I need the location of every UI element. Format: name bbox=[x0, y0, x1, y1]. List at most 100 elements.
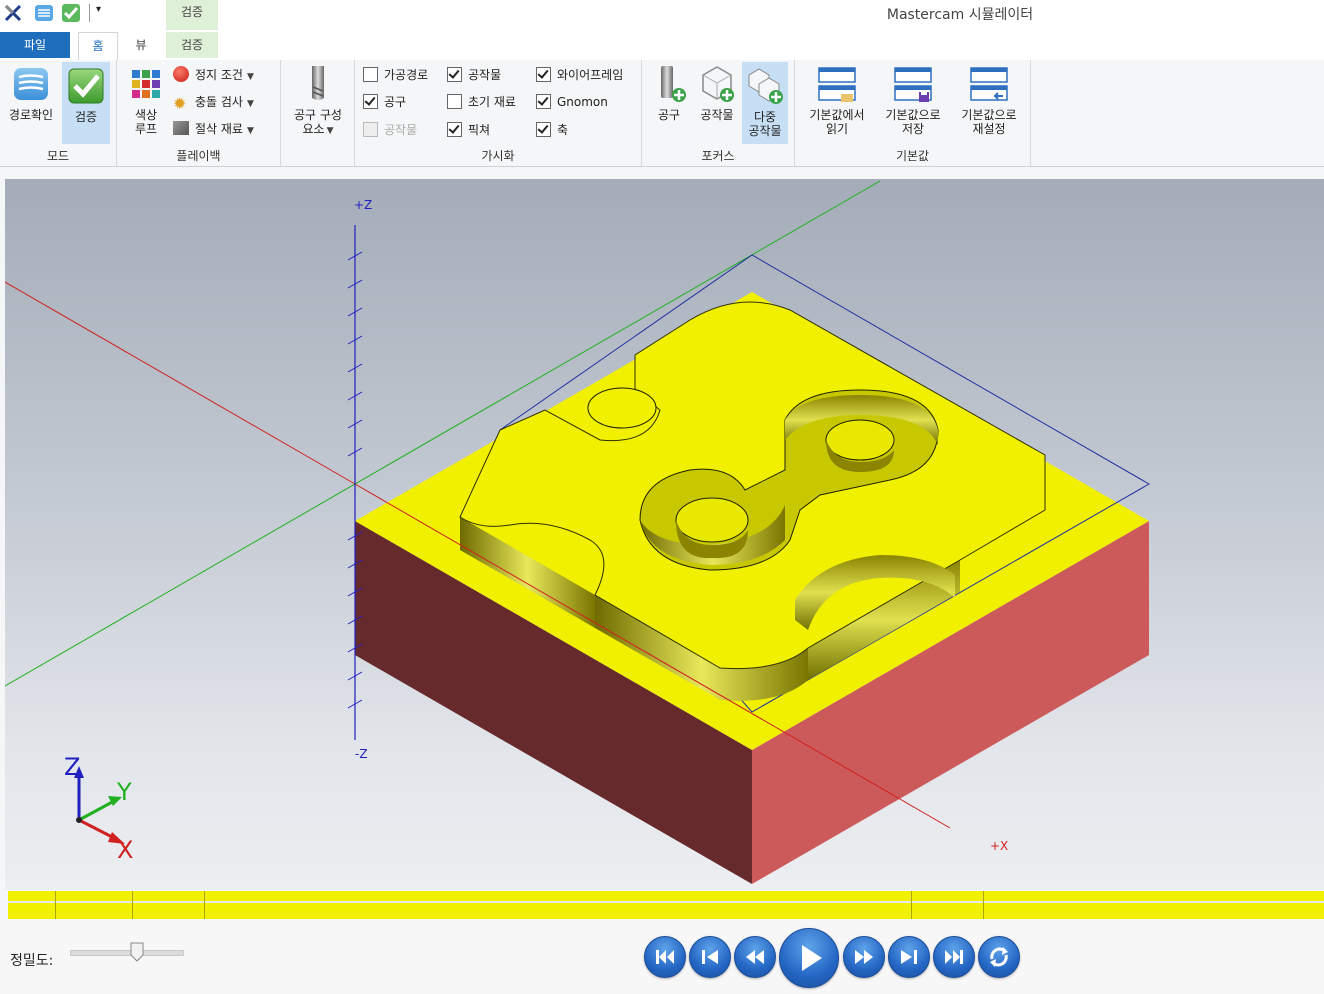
rewind-button[interactable] bbox=[734, 936, 776, 978]
tool-components-label-2: 요소 ▼ bbox=[302, 122, 334, 136]
toolpath-checkbox[interactable]: 가공경로 bbox=[363, 64, 428, 88]
timeline-marker bbox=[204, 891, 205, 919]
tab-verify[interactable]: 검증 bbox=[166, 32, 218, 58]
upper-hole bbox=[825, 419, 895, 461]
save-defaults-button[interactable]: 기본값으로 저장 bbox=[877, 64, 949, 136]
tab-view[interactable]: 뷰 bbox=[122, 32, 160, 58]
go-to-end-button[interactable] bbox=[933, 936, 975, 978]
group-focus: 공구 공작물 다중 공작물 포커스 bbox=[642, 60, 795, 166]
backplot-quick-icon[interactable] bbox=[34, 3, 54, 23]
step-back-button[interactable] bbox=[689, 936, 731, 978]
chevron-down-icon: ▼ bbox=[246, 99, 254, 109]
stop-icon bbox=[173, 66, 189, 82]
timeline-marker bbox=[132, 891, 133, 919]
focus-tool-button[interactable]: 공구 bbox=[646, 64, 692, 122]
go-to-start-button[interactable] bbox=[644, 936, 686, 978]
group-mode-label: 모드 bbox=[46, 149, 70, 163]
play-button[interactable] bbox=[779, 928, 839, 988]
reset-defaults-label-1: 기본값으로 bbox=[961, 108, 1017, 122]
x-axis-line bbox=[5, 281, 356, 485]
step-forward-icon bbox=[901, 950, 917, 964]
focus-tool-label: 공구 bbox=[657, 108, 681, 122]
toolpath-label: 가공경로 bbox=[384, 68, 429, 82]
workpiece-checkbox[interactable]: 공작물 bbox=[447, 64, 501, 88]
axes-checkbox[interactable]: 축 bbox=[536, 119, 568, 143]
simulation-viewport[interactable]: +Z -Z +X Z Y X bbox=[5, 179, 1324, 890]
scene-svg: +Z -Z +X Z Y X bbox=[5, 180, 1151, 884]
mastercam-logo-icon[interactable] bbox=[3, 3, 23, 23]
gnomon-y-label: Y bbox=[116, 778, 132, 806]
checkbox-box bbox=[363, 94, 378, 109]
tab-home[interactable]: 홈 bbox=[78, 32, 118, 60]
gnomon-label: Gnomon bbox=[557, 95, 608, 109]
focus-multi-workpiece-button[interactable]: 다중 공작물 bbox=[742, 62, 788, 144]
workpiece-label: 공작물 bbox=[468, 68, 502, 82]
plus-z-label: +Z bbox=[354, 198, 372, 212]
step-forward-button[interactable] bbox=[888, 936, 930, 978]
minus-z-label: -Z bbox=[355, 747, 368, 761]
verify-button[interactable]: 검증 bbox=[62, 62, 110, 144]
reset-defaults-icon bbox=[970, 67, 1008, 101]
title-bar: ▾ 검증 Mastercam 시뮬레이터 bbox=[0, 0, 1324, 30]
checkbox-box bbox=[447, 94, 462, 109]
verify-quick-icon[interactable] bbox=[61, 3, 81, 23]
wireframe-label: 와이어프레임 bbox=[557, 68, 624, 82]
stop-conditions-label: 정지 조건 bbox=[195, 68, 243, 82]
initial-stock-checkbox[interactable]: 초기 재료 bbox=[447, 91, 516, 115]
reset-defaults-button[interactable]: 기본값으로 재설정 bbox=[953, 64, 1025, 136]
load-defaults-icon bbox=[818, 67, 856, 102]
ribbon: 경로확인 검증 모드 색상 루프 정지 조건 ▼ ✹ 충돌 검사 ▼ 절삭 재료… bbox=[0, 60, 1324, 167]
checkbox-box bbox=[447, 122, 462, 137]
focus-workpiece-label: 공작물 bbox=[700, 108, 734, 122]
fast-forward-button[interactable] bbox=[843, 936, 885, 978]
tool-components-label-1: 공구 구성 bbox=[294, 108, 342, 122]
timeline-marker bbox=[911, 891, 912, 919]
reset-defaults-label-2: 재설정 bbox=[972, 122, 1006, 136]
color-loop-label-2: 루프 bbox=[134, 122, 158, 136]
precision-slider-thumb[interactable] bbox=[130, 942, 144, 962]
timeline-marker bbox=[983, 891, 984, 919]
wireframe-checkbox[interactable]: 와이어프레임 bbox=[536, 64, 623, 88]
gnomon: Z Y X bbox=[64, 753, 133, 864]
tab-file[interactable]: 파일 bbox=[0, 32, 70, 58]
timeline-track[interactable] bbox=[8, 891, 1324, 919]
group-visibility-label: 가시화 bbox=[481, 149, 515, 163]
fixture-checkbox[interactable]: 픽쳐 bbox=[447, 119, 490, 143]
fixture-label: 픽쳐 bbox=[468, 123, 491, 137]
backplot-button[interactable]: 경로확인 bbox=[4, 64, 58, 122]
loop-button[interactable] bbox=[978, 936, 1020, 978]
rewind-icon bbox=[746, 950, 764, 964]
verify-label: 검증 bbox=[74, 110, 98, 124]
group-mode: 경로확인 검증 모드 bbox=[0, 60, 117, 166]
context-tab-group-label: 검증 bbox=[166, 0, 218, 30]
stop-conditions-button[interactable]: 정지 조건 ▼ bbox=[173, 64, 254, 88]
save-defaults-label-2: 저장 bbox=[901, 122, 925, 136]
timeline-row-1 bbox=[8, 891, 1324, 901]
ribbon-tab-row: 파일 홈 뷰 검증 bbox=[0, 30, 1324, 61]
multi-workpiece-label-1: 다중 bbox=[753, 110, 777, 124]
step-back-icon bbox=[702, 950, 718, 964]
precision-slider-track[interactable] bbox=[70, 950, 184, 956]
timeline-marker bbox=[55, 891, 56, 919]
cut-stock-label: 절삭 재료 bbox=[195, 122, 243, 136]
color-loop-button[interactable]: 색상 루프 bbox=[121, 64, 171, 136]
gnomon-checkbox[interactable]: Gnomon bbox=[536, 91, 608, 115]
group-tool-components: 공구 구성 요소 ▼ bbox=[281, 60, 355, 166]
group-focus-label: 포커스 bbox=[701, 149, 735, 163]
checkbox-box bbox=[536, 67, 551, 82]
chevron-down-icon: ▼ bbox=[246, 126, 254, 136]
fast-forward-icon bbox=[855, 950, 873, 964]
tool-checkbox[interactable]: 공구 bbox=[363, 91, 406, 115]
focus-workpiece-button[interactable]: 공작물 bbox=[694, 64, 740, 122]
bottom-control-bar: 정밀도: bbox=[0, 920, 1324, 994]
tool-components-button[interactable]: 공구 구성 요소 ▼ bbox=[285, 64, 351, 138]
initial-stock-label: 초기 재료 bbox=[468, 95, 516, 109]
focus-workpiece-icon bbox=[702, 66, 734, 102]
window-title: Mastercam 시뮬레이터 bbox=[886, 7, 1034, 23]
go-to-start-icon bbox=[656, 950, 674, 964]
color-loop-label-1: 색상 bbox=[134, 108, 158, 122]
quick-access-dropdown-icon[interactable]: ▾ bbox=[96, 4, 101, 15]
cut-stock-button[interactable]: 절삭 재료 ▼ bbox=[173, 118, 254, 142]
collision-check-button[interactable]: ✹ 충돌 검사 ▼ bbox=[173, 91, 254, 115]
load-defaults-button[interactable]: 기본값에서 읽기 bbox=[801, 64, 873, 136]
